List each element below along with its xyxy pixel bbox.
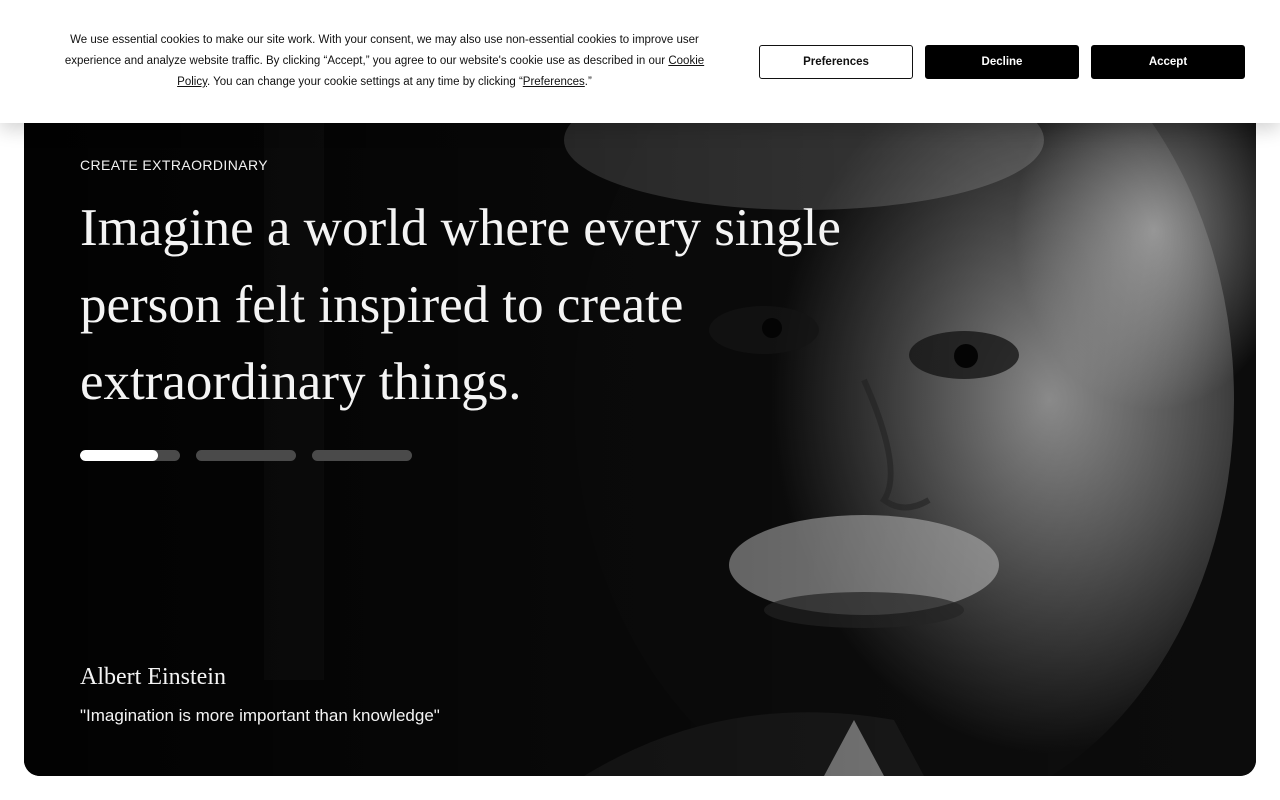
hero-headline: Imagine a world where every single perso… [80,199,841,411]
decline-button[interactable]: Decline [925,45,1079,79]
slide-indicator-2[interactable] [196,450,296,461]
cookie-text-part3: .” [584,76,592,88]
accept-button[interactable]: Accept [1091,45,1245,79]
slide-progress-fill [80,450,158,461]
quote-author: Albert Einstein [80,664,226,690]
cookie-text-part2: . You can change your cookie settings at… [206,76,523,88]
preferences-link[interactable]: Preferences [523,76,585,88]
slide-indicator-1[interactable] [80,450,180,461]
quote-text: "Imagination is more important than know… [80,706,440,725]
cookie-banner: We use essential cookies to make our sit… [0,0,1280,123]
cookie-message: We use essential cookies to make our sit… [48,30,721,93]
slide-progress [80,450,412,461]
hero-eyebrow: CREATE EXTRAORDINARY [80,157,268,173]
preferences-button[interactable]: Preferences [759,45,913,79]
cookie-text-part1: We use essential cookies to make our sit… [64,34,699,67]
slide-indicator-3[interactable] [312,450,412,461]
